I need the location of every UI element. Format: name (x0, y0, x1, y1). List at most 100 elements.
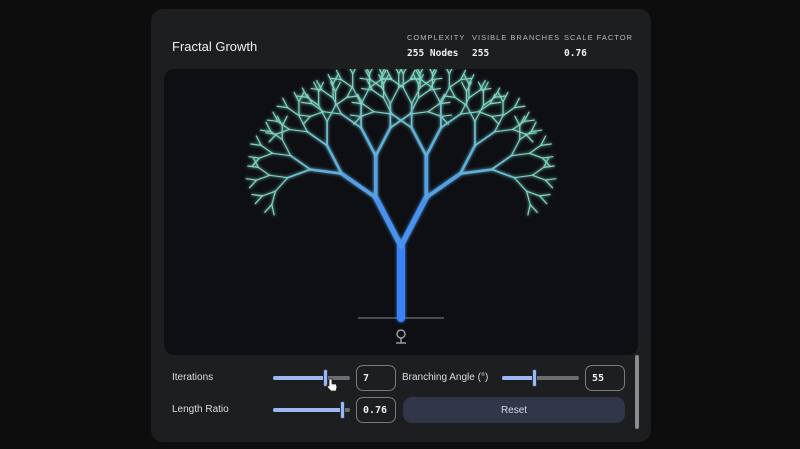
branching-angle-slider[interactable] (502, 369, 579, 387)
tree-branch (330, 77, 342, 81)
tree-branch (271, 190, 277, 206)
tree-branch (373, 194, 404, 249)
tree-branch (254, 195, 263, 205)
tree-branch (256, 174, 271, 181)
tree-branch (302, 115, 311, 125)
tree-branch (529, 203, 538, 213)
tree-branch (373, 111, 393, 115)
tree-branch (459, 168, 493, 175)
iterations-input[interactable]: 7 (356, 365, 396, 391)
tree-branch (440, 114, 453, 118)
tree-branch (510, 152, 531, 157)
stat-complexity: COMPLEXITY 255 Nodes (407, 33, 465, 59)
tree-branch (431, 87, 442, 105)
stat-label: COMPLEXITY (407, 33, 466, 42)
tree-branch (271, 152, 292, 157)
tree-branch (306, 93, 313, 105)
tree-branch (491, 114, 503, 118)
tree-branch (332, 97, 343, 115)
length-ratio-input[interactable]: 0.76 (356, 397, 396, 423)
stat-label: SCALE FACTOR (564, 33, 633, 42)
length-ratio-label: Length Ratio (172, 404, 229, 415)
tree-branch (389, 113, 411, 129)
tree-branch (289, 154, 312, 171)
tree-branch (247, 165, 259, 168)
tree-branch (251, 193, 263, 197)
tree-branch (321, 89, 334, 99)
tree-branch (494, 115, 504, 133)
tree-branch (349, 69, 354, 75)
tree-branch (454, 96, 468, 106)
tree-branch (269, 174, 289, 179)
panel-title: Fractal Growth (172, 39, 258, 54)
tree-branch (429, 87, 441, 91)
tree-branch (541, 156, 554, 159)
tree-branch (513, 177, 528, 192)
tree-branch (530, 129, 543, 133)
tree-branch (264, 203, 273, 213)
tree-branch (489, 101, 502, 105)
tree-branch (539, 195, 548, 205)
tree-branch (417, 89, 431, 99)
scrollbar[interactable] (635, 355, 639, 429)
tree-branch (468, 89, 481, 99)
tree-branch (429, 69, 434, 75)
tree-branch (391, 79, 404, 89)
tree-branch (325, 144, 343, 175)
tree-branch (352, 69, 356, 75)
tree-branch (248, 179, 258, 189)
tree-branch (513, 105, 526, 109)
tree-branch (260, 144, 274, 154)
tree-branch (510, 138, 521, 157)
tree-branch (494, 128, 514, 133)
tree-branch (448, 69, 453, 75)
tree-branch (540, 135, 547, 146)
tree-branch (459, 144, 477, 175)
tree-branch (265, 132, 277, 135)
tree-icon (396, 329, 406, 344)
tree-branch (257, 166, 271, 176)
tree-branch (281, 115, 288, 127)
stat-value: 0.76 (564, 48, 587, 59)
tree-branch (502, 107, 515, 117)
tree-branch (258, 152, 274, 159)
tree-branch (528, 144, 542, 154)
tree-branch (448, 79, 462, 89)
tree-branch (502, 91, 509, 103)
length-ratio-slider[interactable] (273, 401, 350, 419)
slider-thumb[interactable] (532, 369, 538, 387)
tree-branch (543, 165, 555, 168)
tree-branch (368, 69, 373, 75)
fractal-panel: Fractal Growth COMPLEXITY 255 Nodes VISIB… (151, 9, 651, 442)
tree-branch (282, 97, 289, 109)
tree-branch (409, 111, 429, 115)
tree-branch (255, 135, 262, 146)
branching-angle-input[interactable]: 55 (585, 365, 625, 391)
tree-branch (402, 69, 407, 75)
tree-branch (490, 168, 516, 179)
tree-branch (309, 111, 324, 118)
tree-branch (474, 130, 496, 147)
reset-button[interactable]: Reset (403, 397, 625, 423)
slider-thumb[interactable] (340, 401, 346, 419)
tree-branch (352, 87, 362, 105)
tree-branch (245, 178, 258, 181)
tree-branch (293, 91, 300, 103)
tree-branch (419, 69, 424, 75)
fractal-canvas[interactable] (164, 69, 638, 355)
tree-branch (286, 168, 312, 179)
tree-branch (395, 69, 400, 75)
stat-scale-factor: SCALE FACTOR 0.76 (564, 33, 633, 59)
tree-branch (360, 87, 371, 105)
stat-label: VISIBLE BRANCHES (472, 33, 561, 42)
tree-branch (276, 105, 289, 109)
stat-visible-branches: VISIBLE BRANCHES 255 (472, 33, 560, 59)
tree-branch (371, 89, 385, 99)
tree-branch (531, 166, 545, 176)
tree-branch (340, 79, 354, 89)
iterations-slider[interactable] (273, 369, 350, 387)
tree-branch (444, 95, 456, 99)
tree-branch (261, 190, 277, 197)
tree-branch (527, 203, 531, 216)
tree-branch (530, 121, 537, 133)
